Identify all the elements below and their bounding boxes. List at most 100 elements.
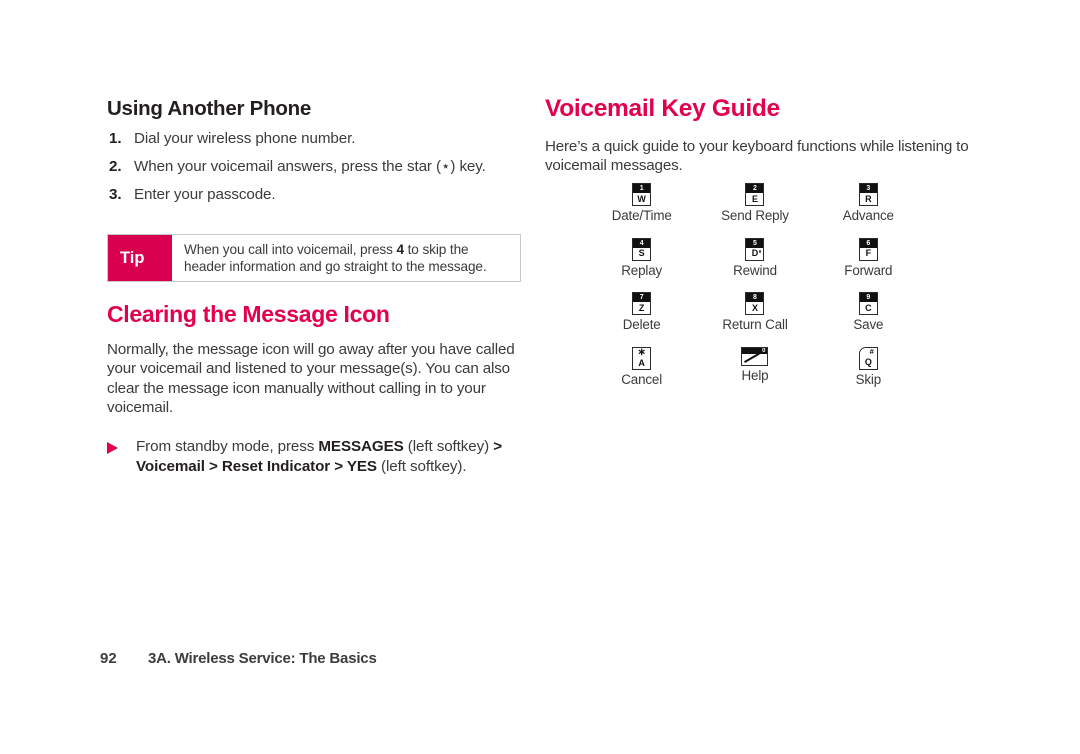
step-text: Dial your wireless phone number. [134, 129, 356, 147]
key-letter-area: W [633, 193, 650, 205]
key-digit-band: # [859, 347, 877, 357]
voicemail-key-grid: 1 W Date/Time 2 E Send Reply 3 R Advance 4 S Replay… [585, 183, 925, 401]
tip-text-part1: When you call into voicemail, press [184, 242, 397, 257]
key-letter: R [865, 193, 872, 204]
key-letter: C [865, 302, 872, 313]
key-digit-band: 3 [859, 184, 877, 193]
key-guide-cell: ∗ A Cancel [585, 346, 698, 402]
tip-callout-box: Tip When you call into voicemail, press … [107, 234, 521, 282]
step-number: 1. [109, 129, 122, 147]
key-function-label: Forward [844, 262, 893, 278]
key-guide-cell: 8 X Return Call [698, 292, 811, 347]
key-guide-cell: 9 C Save [812, 292, 925, 347]
key-letter-area: A [633, 358, 650, 369]
section-paragraph: Normally, the message icon will go away … [107, 341, 515, 416]
key-digit-band: 8 [746, 293, 764, 302]
key-letter: A [638, 357, 645, 368]
voicemail-key-guide-intro: Here’s a quick guide to your keyboard fu… [545, 137, 969, 175]
key-letter-area: C [860, 302, 877, 314]
subsection-heading-using-another-phone: Using Another Phone [107, 97, 312, 120]
key-function-label: Replay [621, 262, 663, 278]
keypad-key-save-icon: 9C [858, 292, 878, 315]
key-letter: D [751, 248, 759, 258]
key-letter: F [865, 248, 872, 258]
key-guide-cell: 4 S Replay [585, 237, 698, 293]
key-letter-area: Q [860, 357, 877, 369]
tip-label: Tip [108, 235, 172, 281]
right-column: Voicemail Key Guide Here’s a quick guide… [545, 95, 977, 176]
key-function-label: Return Call [722, 317, 788, 332]
key-letter-area: R [860, 193, 877, 205]
tip-text: When you call into voicemail, press 4 to… [172, 235, 520, 281]
key-guide-cell: 7 Z Delete [585, 292, 698, 347]
key-digit: 5 [753, 239, 757, 247]
key-digit-band: 2 [746, 184, 764, 193]
instruction-part3: (left softkey). [376, 457, 467, 475]
key-function-label: Delete [622, 317, 661, 332]
key-letter-area: D [746, 248, 763, 260]
section-heading-clearing-the-message-icon: Clearing the Message Icon [107, 301, 390, 327]
key-letter: E [751, 193, 758, 204]
key-guide-cell: 0 Help [698, 346, 811, 402]
keypad-key-delete-icon: 7Z [632, 292, 652, 315]
step-item: 3. Enter your passcode. [107, 186, 525, 205]
manual-page: Using Another Phone 1. Dial your wireles… [0, 0, 1080, 754]
keypad-key-send-reply-icon: 2E [745, 183, 765, 206]
key-digit: ∗ [637, 346, 646, 358]
instruction-part1: From standby mode, press [136, 437, 319, 455]
step-item: 1. Dial your wireless phone number. [107, 130, 525, 149]
key-digit: 4 [639, 239, 644, 247]
key-letter-area: E [746, 193, 763, 205]
key-digit: # [869, 347, 874, 357]
key-digit-band: 9 [859, 293, 877, 302]
key-letter: Q [864, 357, 872, 367]
keypad-key-cancel-icon: ∗ A [632, 346, 652, 370]
keypad-key-skip-icon: # Q [858, 346, 878, 370]
key-guide-cell: 2 E Send Reply [698, 183, 811, 238]
keypad-key-help-icon: 0 [741, 346, 769, 366]
key-digit-band: 7 [633, 293, 651, 302]
instruction-bold-messages: MESSAGES [318, 437, 404, 455]
key-digit: 0 [762, 347, 766, 354]
keypad-key-replay-icon: 4S [632, 237, 652, 261]
key-digit-band: 4 [633, 238, 651, 248]
key-dot-mark-icon [758, 250, 762, 253]
key-digit-band: ∗ [633, 346, 651, 358]
key-digit: 2 [753, 185, 757, 192]
key-guide-cell: # Q Skip [812, 346, 925, 402]
key-digit: 3 [866, 185, 871, 192]
step-number: 2. [109, 157, 122, 175]
key-function-label: Date/Time [611, 208, 672, 223]
instruction-bullet-item: From standby mode, press MESSAGES (left … [107, 437, 525, 477]
key-function-label: Rewind [733, 262, 777, 278]
key-guide-cell: 3 R Advance [812, 183, 925, 238]
numbered-steps-list: 1. Dial your wireless phone number. 2. W… [107, 130, 525, 205]
key-digit: 7 [639, 294, 644, 301]
key-letter-area: X [746, 302, 763, 314]
key-guide-cell: 6 F Forward [812, 237, 925, 293]
key-digit: 6 [866, 239, 871, 247]
keypad-key-forward-icon: 6F [858, 237, 878, 261]
key-guide-cell: 5 D Rewind [698, 237, 811, 293]
key-letter-area [742, 352, 767, 365]
key-letter: Z [638, 302, 645, 313]
step-text: Enter your passcode. [134, 185, 276, 203]
key-function-label: Cancel [621, 371, 663, 387]
key-letter-area: F [860, 248, 877, 260]
key-letter: S [638, 248, 645, 258]
key-function-label: Help [741, 367, 769, 383]
key-function-label: Advance [842, 208, 894, 223]
clearing-message-icon-section: Clearing the Message Icon Normally, the … [107, 301, 525, 477]
key-digit: 9 [866, 294, 871, 301]
key-letter: W [637, 193, 646, 204]
section-heading-voicemail-key-guide: Voicemail Key Guide [545, 95, 780, 122]
keypad-key-date-time-icon: 1W [632, 183, 652, 206]
keypad-key-return-call-icon: 8X [745, 292, 765, 315]
key-slash-glyph-icon [744, 352, 761, 363]
step-item: 2. When your voicemail answers, press th… [107, 158, 525, 177]
instruction-part2: (left softkey) [403, 437, 494, 455]
key-letter-area: Z [633, 302, 650, 314]
key-guide-cell: 1 W Date/Time [585, 183, 698, 238]
keypad-key-rewind-icon: 5D [745, 237, 765, 261]
key-function-label: Save [853, 317, 884, 332]
